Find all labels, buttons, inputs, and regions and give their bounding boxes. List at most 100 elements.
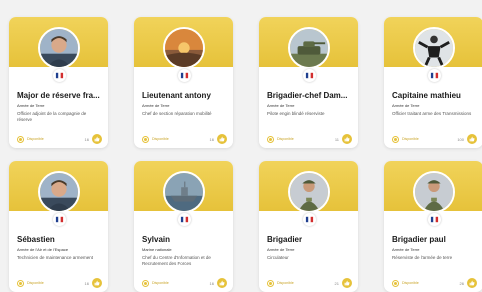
profile-card[interactable]: Brigadier-chef Dam... Armée de Terre Pil…	[259, 17, 358, 148]
card-name[interactable]: Capitaine mathieu	[392, 91, 480, 101]
card-unit: Marine nationale	[142, 247, 172, 252]
ship-photo-icon	[165, 173, 203, 211]
card-name[interactable]: Sébastien	[17, 235, 105, 245]
army-logo-badge	[53, 213, 66, 226]
army-logo-badge	[53, 69, 66, 82]
card-unit: Armée de Terre	[142, 103, 170, 108]
like-button[interactable]	[467, 134, 477, 144]
like-button[interactable]	[217, 278, 227, 288]
card-footer: Disponible 11	[267, 134, 352, 144]
flag-icon	[180, 72, 189, 79]
status-text: Disponible	[152, 137, 169, 141]
profile-card[interactable]: Sébastien Armée de l'Air et de l'Espace …	[9, 161, 108, 292]
status-text: Disponible	[27, 137, 44, 141]
card-name[interactable]: Brigadier	[267, 235, 355, 245]
martial-arts-photo-icon	[415, 29, 453, 67]
thumbs-up-icon	[469, 280, 475, 286]
card-footer: Disponible 16	[142, 278, 227, 288]
status-indicator-icon	[392, 135, 399, 143]
card-name[interactable]: Brigadier paul	[392, 235, 480, 245]
profile-card[interactable]: Brigadier Armée de Terre Circulateur Dis…	[259, 161, 358, 292]
like-button[interactable]	[92, 278, 102, 288]
avatar[interactable]	[38, 27, 80, 69]
card-role: Réserviste de l'armée de terre	[392, 255, 453, 260]
like-button[interactable]	[342, 278, 352, 288]
status-text: Disponible	[152, 281, 169, 285]
card-role: Technicien de maintenance armement	[17, 255, 94, 260]
status-indicator-icon	[142, 279, 149, 287]
army-logo-badge	[303, 213, 316, 226]
like-count: 26	[459, 280, 464, 286]
status-indicator-icon	[17, 279, 24, 287]
flag-icon	[55, 216, 64, 223]
person-photo-icon	[40, 29, 78, 67]
like-count: 100	[457, 136, 464, 142]
card-unit: Armée de Terre	[267, 247, 295, 252]
card-role: Officier adjoint de la compagnie de rése…	[17, 111, 87, 122]
thumbs-up-icon	[344, 280, 350, 286]
thumbs-up-icon	[219, 136, 225, 142]
like-count: 16	[84, 280, 89, 286]
card-unit: Armée de Terre	[392, 103, 420, 108]
profile-card[interactable]: Lieutenant antony Armée de Terre Chef de…	[134, 17, 233, 148]
profile-card[interactable]: Brigadier paul Armée de Terre Réserviste…	[384, 161, 482, 292]
flag-icon	[180, 216, 189, 223]
card-footer: Disponible 21	[267, 278, 352, 288]
card-footer: Disponible 16	[17, 134, 102, 144]
sunset-photo-icon	[165, 29, 203, 67]
avatar[interactable]	[38, 171, 80, 213]
army-logo-badge	[178, 213, 191, 226]
card-unit: Armée de l'Air et de l'Espace	[17, 247, 69, 252]
card-unit: Armée de Terre	[17, 103, 45, 108]
profile-card[interactable]: Capitaine mathieu Armée de Terre Officie…	[384, 17, 482, 148]
thumbs-up-icon	[344, 136, 350, 142]
avatar[interactable]	[163, 171, 205, 213]
thumbs-up-icon	[94, 136, 100, 142]
like-button[interactable]	[217, 134, 227, 144]
profile-card[interactable]: Major de réserve fra... Armée de Terre O…	[9, 17, 108, 148]
avatar[interactable]	[288, 171, 330, 213]
army-logo-badge	[428, 69, 441, 82]
status-text: Disponible	[402, 137, 419, 141]
like-count: 16	[209, 136, 214, 142]
army-logo-badge	[178, 69, 191, 82]
card-name[interactable]: Major de réserve fra...	[17, 91, 105, 101]
card-footer: Disponible 16	[17, 278, 102, 288]
card-unit: Armée de Terre	[267, 103, 295, 108]
card-name[interactable]: Brigadier-chef Dam...	[267, 91, 355, 101]
status-indicator-icon	[392, 279, 399, 287]
like-count: 16	[84, 136, 89, 142]
status-text: Disponible	[402, 281, 419, 285]
avatar[interactable]	[163, 27, 205, 69]
avatar[interactable]	[413, 171, 455, 213]
like-button[interactable]	[92, 134, 102, 144]
avatar[interactable]	[288, 27, 330, 69]
flag-icon	[430, 216, 439, 223]
flag-icon	[305, 216, 314, 223]
status-indicator-icon	[267, 135, 274, 143]
soldier-photo-icon	[290, 173, 328, 211]
flag-icon	[305, 72, 314, 79]
card-footer: Disponible 100	[392, 134, 477, 144]
like-button[interactable]	[467, 278, 477, 288]
card-unit: Armée de Terre	[392, 247, 420, 252]
army-logo-badge	[303, 69, 316, 82]
card-role: Chef de section réparation mobilité	[142, 111, 212, 116]
profile-card[interactable]: Sylvain Marine nationale Chef du Centre …	[134, 161, 233, 292]
like-count: 11	[334, 136, 339, 142]
card-role: Circulateur	[267, 255, 289, 260]
flag-icon	[430, 72, 439, 79]
status-indicator-icon	[17, 135, 24, 143]
card-name[interactable]: Sylvain	[142, 235, 230, 245]
army-logo-badge	[428, 213, 441, 226]
status-text: Disponible	[277, 137, 294, 141]
like-button[interactable]	[342, 134, 352, 144]
status-indicator-icon	[142, 135, 149, 143]
flag-icon	[55, 72, 64, 79]
avatar[interactable]	[413, 27, 455, 69]
like-count: 21	[334, 280, 339, 286]
card-name[interactable]: Lieutenant antony	[142, 91, 230, 101]
profile-card-grid: Major de réserve fra... Armée de Terre O…	[9, 17, 482, 292]
card-role: Pilote engin blindé réserviste	[267, 111, 325, 116]
tank-photo-icon	[290, 29, 328, 67]
